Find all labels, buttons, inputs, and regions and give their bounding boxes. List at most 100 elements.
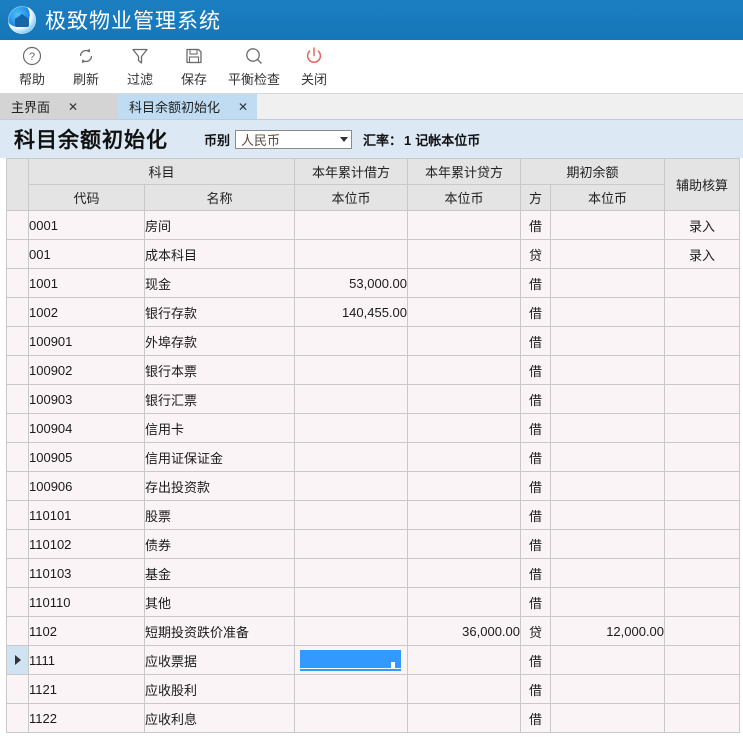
cell-name[interactable]: 信用证保证金 [143, 442, 296, 472]
cell-name[interactable]: 应收票据 [143, 645, 296, 675]
cell-name[interactable]: 应收股利 [143, 674, 296, 704]
auxiliary-entry-link[interactable]: 录入 [689, 248, 715, 263]
cell-opening-balance[interactable] [550, 645, 666, 675]
row-indicator[interactable] [6, 384, 29, 414]
table-row[interactable]: 100903 银行汇票 借 [6, 384, 741, 414]
cell-name[interactable]: 信用卡 [143, 413, 296, 443]
currency-select[interactable]: 人民币 [235, 129, 353, 149]
table-row[interactable]: 110101 股票 借 [6, 500, 741, 530]
table-row[interactable]: 110110 其他 借 [6, 587, 741, 617]
table-row[interactable]: 1102 短期投资跌价准备 36,000.00 贷 12,000.00 [6, 616, 741, 646]
cell-name[interactable]: 股票 [143, 500, 296, 530]
cell-code[interactable]: 110101 [28, 500, 145, 530]
cell-name[interactable]: 短期投资跌价准备 [143, 616, 296, 646]
cell-year-credit[interactable] [407, 674, 522, 704]
cell-year-credit[interactable] [407, 471, 522, 501]
cell-name[interactable]: 现金 [143, 268, 296, 298]
cell-code[interactable]: 1121 [28, 674, 145, 704]
table-row[interactable]: 1001 现金 53,000.00 借 [6, 268, 741, 298]
tab-main-interface-close-icon[interactable]: ✕ [68, 101, 78, 113]
tab-main-interface[interactable]: 主界面 ✕ [0, 94, 118, 119]
cell-auxiliary[interactable] [664, 645, 741, 675]
filter-button[interactable]: 过滤 [114, 42, 166, 92]
cell-year-debit[interactable] [294, 355, 409, 385]
cell-year-debit[interactable] [294, 384, 409, 414]
cell-code[interactable]: 100904 [28, 413, 145, 443]
cell-year-debit[interactable] [294, 413, 409, 443]
cell-code[interactable]: 100902 [28, 355, 145, 385]
refresh-button[interactable]: 刷新 [60, 42, 112, 92]
cell-year-credit[interactable] [407, 558, 522, 588]
cell-year-debit[interactable] [294, 616, 409, 646]
cell-opening-balance[interactable] [550, 703, 666, 733]
cell-code[interactable]: 100903 [28, 384, 145, 414]
row-indicator[interactable] [6, 413, 29, 443]
cell-opening-balance[interactable] [550, 355, 666, 385]
cell-year-credit[interactable] [407, 210, 522, 240]
row-indicator[interactable] [6, 674, 29, 704]
cell-year-credit[interactable] [407, 587, 522, 617]
cell-year-credit[interactable] [407, 355, 522, 385]
row-indicator[interactable] [6, 471, 29, 501]
table-row[interactable]: 0001 房间 借 录入 [6, 210, 741, 240]
row-indicator[interactable] [6, 268, 29, 298]
cell-year-credit[interactable] [407, 703, 522, 733]
table-row[interactable]: 100904 信用卡 借 [6, 413, 741, 443]
cell-year-credit[interactable] [407, 442, 522, 472]
cell-auxiliary[interactable] [664, 442, 741, 472]
cell-auxiliary[interactable]: 录入 [664, 239, 741, 269]
cell-auxiliary[interactable] [664, 587, 741, 617]
cell-year-credit[interactable] [407, 297, 522, 327]
cell-direction[interactable]: 借 [520, 413, 552, 443]
table-row[interactable]: 001 成本科目 贷 录入 [6, 239, 741, 269]
table-row[interactable]: 110103 基金 借 [6, 558, 741, 588]
cell-direction[interactable]: 借 [520, 674, 552, 704]
row-indicator[interactable] [6, 442, 29, 472]
table-row[interactable]: 1122 应收利息 借 [6, 703, 741, 733]
cell-year-credit[interactable]: 36,000.00 [407, 616, 522, 646]
cell-auxiliary[interactable] [664, 326, 741, 356]
cell-auxiliary[interactable] [664, 413, 741, 443]
cell-year-debit[interactable] [294, 558, 409, 588]
cell-direction[interactable]: 贷 [520, 616, 552, 646]
table-row[interactable]: 1002 银行存款 140,455.00 借 [6, 297, 741, 327]
cell-auxiliary[interactable] [664, 558, 741, 588]
cell-code[interactable]: 1111 [28, 645, 145, 675]
cell-opening-balance[interactable] [550, 268, 666, 298]
cell-name[interactable]: 应收利息 [143, 703, 296, 733]
tab-subject-balance-init[interactable]: 科目余额初始化 ✕ [118, 94, 258, 119]
tab-subject-balance-init-close-icon[interactable]: ✕ [238, 101, 248, 113]
cell-opening-balance[interactable] [550, 210, 666, 240]
row-indicator[interactable] [6, 239, 29, 269]
row-indicator[interactable] [6, 210, 29, 240]
cell-year-credit[interactable] [407, 529, 522, 559]
cell-auxiliary[interactable] [664, 616, 741, 646]
cell-code[interactable]: 100901 [28, 326, 145, 356]
cell-auxiliary[interactable] [664, 384, 741, 414]
cell-year-debit[interactable]: 53,000.00 [294, 268, 409, 298]
row-indicator[interactable] [6, 703, 29, 733]
cell-year-credit[interactable] [407, 500, 522, 530]
table-row[interactable]: 1121 应收股利 借 [6, 674, 741, 704]
cell-opening-balance[interactable] [550, 326, 666, 356]
row-indicator[interactable] [6, 326, 29, 356]
row-indicator[interactable] [6, 500, 29, 530]
cell-year-debit[interactable] [294, 326, 409, 356]
cell-name[interactable]: 银行存款 [143, 297, 296, 327]
cell-opening-balance[interactable] [550, 471, 666, 501]
cell-opening-balance[interactable] [550, 529, 666, 559]
auxiliary-entry-link[interactable]: 录入 [689, 219, 715, 234]
cell-year-credit[interactable] [407, 413, 522, 443]
cell-auxiliary[interactable] [664, 674, 741, 704]
cell-year-debit[interactable] [294, 674, 409, 704]
cell-auxiliary[interactable] [664, 529, 741, 559]
cell-opening-balance[interactable] [550, 442, 666, 472]
row-indicator[interactable] [6, 297, 29, 327]
cell-year-credit[interactable] [407, 326, 522, 356]
cell-name[interactable]: 成本科目 [143, 239, 296, 269]
cell-year-debit[interactable] [294, 703, 409, 733]
cell-opening-balance[interactable] [550, 558, 666, 588]
cell-opening-balance[interactable]: 12,000.00 [550, 616, 666, 646]
cell-name[interactable]: 其他 [143, 587, 296, 617]
cell-opening-balance[interactable] [550, 413, 666, 443]
